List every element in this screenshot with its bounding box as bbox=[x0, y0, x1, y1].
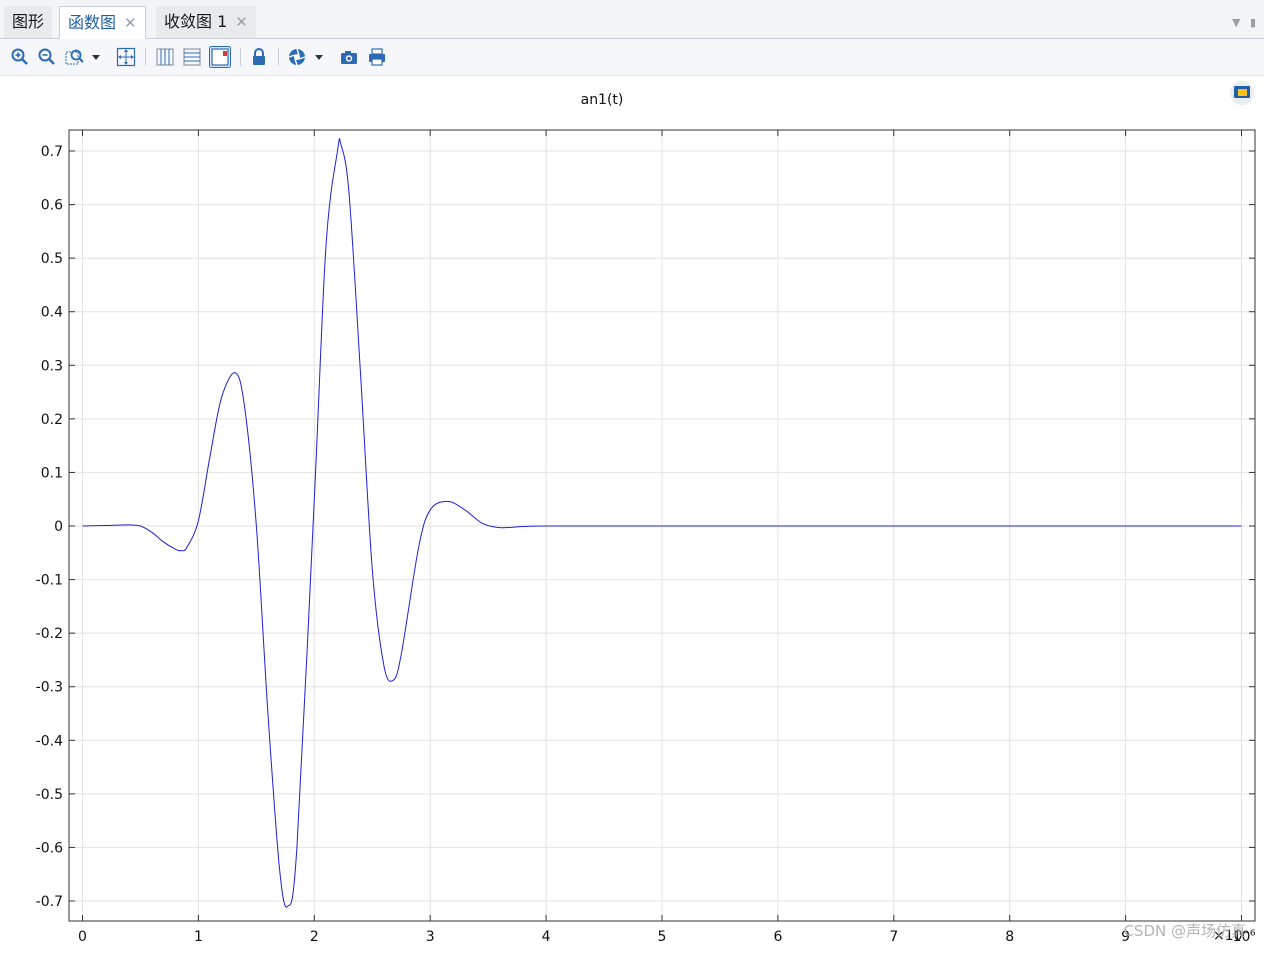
y-tick-label: 0.1 bbox=[41, 465, 63, 481]
y-grid-icon[interactable] bbox=[182, 47, 202, 67]
zoom-out-icon[interactable] bbox=[37, 47, 57, 67]
y-tick-label: -0.5 bbox=[36, 787, 63, 803]
y-tick-label: -0.6 bbox=[36, 840, 63, 856]
function-plot-chart[interactable]: an1(t) 0 1 2 3 4 5 6 7 8 9 100.70.60.50.40.30.20.1… bbox=[0, 76, 1264, 949]
tab-convergence-plot-label: 收敛图 1 bbox=[164, 12, 228, 31]
y-tick-label: 0.7 bbox=[41, 144, 63, 160]
print-icon[interactable] bbox=[367, 47, 387, 67]
scene-light-icon[interactable] bbox=[287, 47, 307, 67]
x-tick-label: 6 bbox=[773, 929, 782, 945]
plot-legend-button[interactable] bbox=[1230, 81, 1254, 105]
dropdown-arrow-icon[interactable] bbox=[312, 47, 326, 67]
plot-ticks: 0 1 2 3 4 5 6 7 8 9 100.70.60.50.40.30.20.10-0.1-0… bbox=[36, 130, 1255, 945]
toolbar-separator bbox=[145, 48, 146, 66]
y-tick-label: -0.4 bbox=[36, 733, 63, 749]
y-tick-label: 0.2 bbox=[41, 412, 63, 428]
plot-area: an1(t) 0 1 2 3 4 5 6 7 8 9 10 0.7 0.6 0.5 0.4 0.3 0.2 0.1… bbox=[0, 76, 1264, 949]
lock-icon[interactable] bbox=[249, 47, 269, 67]
x-tick-label: 5 bbox=[658, 929, 667, 945]
y-tick-label: 0.3 bbox=[41, 358, 63, 374]
tab-graphics-label: 图形 bbox=[12, 12, 45, 31]
tab-function-plot[interactable]: 函数图 ✕ bbox=[59, 6, 146, 39]
y-tick-label: -0.3 bbox=[36, 680, 63, 696]
y-tick-label: -0.2 bbox=[36, 626, 63, 642]
y-tick-label: -0.7 bbox=[36, 894, 63, 910]
toolbar-separator bbox=[240, 48, 241, 66]
zoom-extents-icon[interactable] bbox=[116, 47, 136, 67]
tab-graphics[interactable]: 图形 bbox=[4, 6, 53, 38]
legend-icon[interactable] bbox=[209, 46, 231, 68]
tab-bar: 图形 函数图 ✕ 收敛图 1 ✕ ▼ ▮ bbox=[0, 0, 1264, 39]
x-tick-label: 0 bbox=[78, 929, 87, 945]
close-icon[interactable]: ✕ bbox=[235, 13, 248, 31]
plot-toolbar bbox=[0, 39, 1264, 76]
x-tick-label: 3 bbox=[426, 929, 435, 945]
x-tick-label: 4 bbox=[542, 929, 551, 945]
close-icon[interactable]: ✕ bbox=[124, 14, 137, 32]
watermark: CSDN @声场仿真 bbox=[1123, 922, 1246, 940]
y-tick-label: 0.6 bbox=[41, 198, 63, 214]
camera-icon[interactable] bbox=[339, 47, 359, 67]
tab-convergence-plot[interactable]: 收敛图 1 ✕ bbox=[156, 6, 256, 38]
tabbar-controls: ▼ ▮ bbox=[1232, 16, 1256, 29]
x-tick-label: 8 bbox=[1005, 929, 1014, 945]
x-tick-label: 1 bbox=[194, 929, 203, 945]
y-tick-label: 0.4 bbox=[41, 305, 63, 321]
toolbar-separator bbox=[278, 48, 279, 66]
y-tick-label: -0.1 bbox=[36, 573, 63, 589]
chevron-down-icon[interactable]: ▼ bbox=[1232, 16, 1240, 29]
zoom-in-icon[interactable] bbox=[10, 47, 30, 67]
pin-icon[interactable]: ▮ bbox=[1250, 16, 1256, 29]
y-tick-label: 0 bbox=[54, 519, 63, 535]
x-grid-icon[interactable] bbox=[155, 47, 175, 67]
tab-function-plot-label: 函数图 bbox=[68, 13, 117, 32]
x-tick-label: 2 bbox=[310, 929, 319, 945]
x-tick-label: 7 bbox=[889, 929, 898, 945]
y-tick-label: 0.5 bbox=[41, 251, 63, 267]
zoom-box-icon[interactable] bbox=[65, 47, 85, 67]
chart-title: an1(t) bbox=[581, 92, 624, 108]
dropdown-arrow-icon[interactable] bbox=[89, 47, 103, 67]
